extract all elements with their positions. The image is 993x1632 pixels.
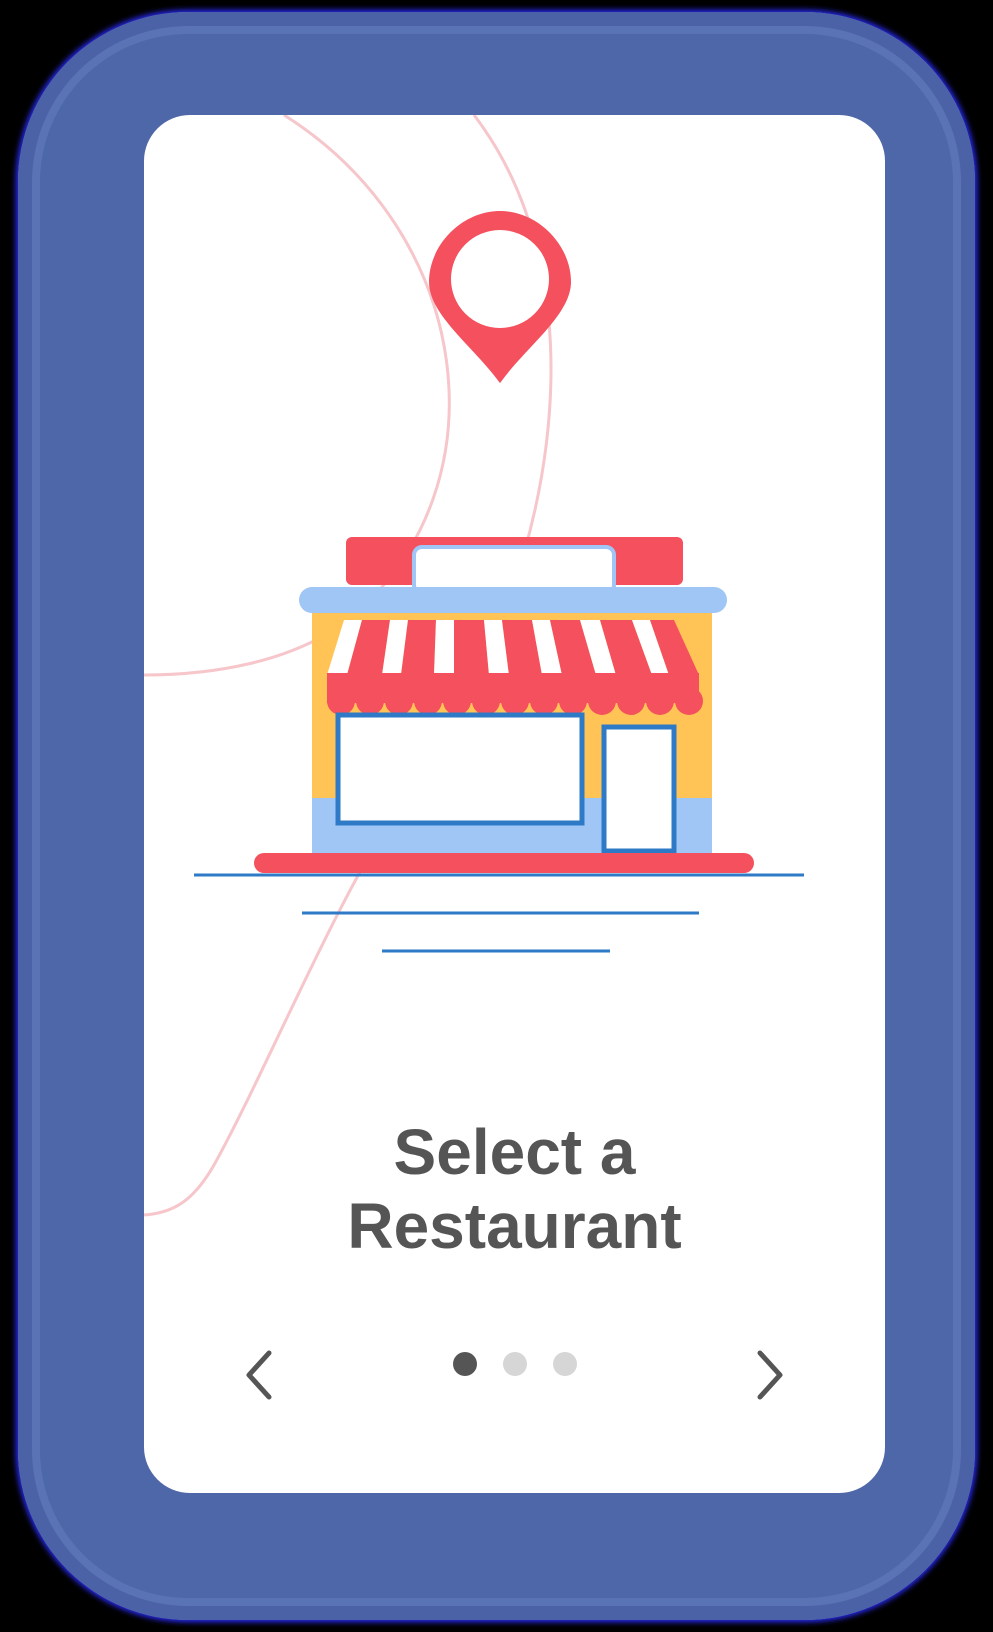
- next-button[interactable]: [740, 1340, 800, 1410]
- title-line-2: Restaurant: [347, 1190, 682, 1262]
- page-dot-3[interactable]: [552, 1352, 577, 1376]
- illustration: [144, 115, 804, 1217]
- onboarding-title: Select a Restaurant: [144, 1115, 885, 1263]
- page-dot-1[interactable]: [452, 1352, 477, 1376]
- page-dot-2[interactable]: [502, 1352, 527, 1376]
- ground-lines: [194, 873, 804, 953]
- onboarding-screen: Select a Restaurant: [144, 115, 885, 1493]
- chevron-right-icon: [757, 1350, 783, 1400]
- title-line-1: Select a: [393, 1116, 636, 1188]
- storefront-icon: [254, 537, 754, 873]
- phone-frame: Select a Restaurant: [18, 12, 975, 1620]
